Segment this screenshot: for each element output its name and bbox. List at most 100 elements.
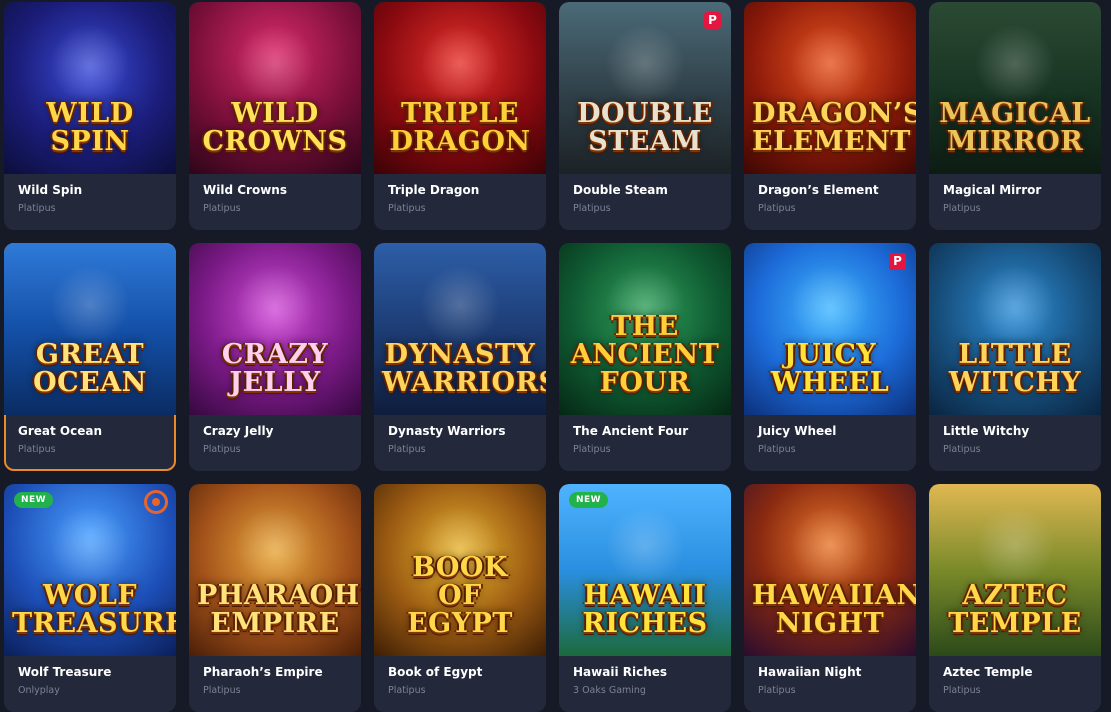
game-title[interactable]: Hawaii Riches	[573, 665, 667, 679]
game-logo: Hawaiian Night	[752, 580, 916, 639]
game-title[interactable]: Hawaiian Night	[758, 665, 861, 679]
game-provider: Platipus	[943, 685, 981, 696]
game-logo: Magical Mirror	[939, 98, 1091, 157]
game-title[interactable]: Dragon’s Element	[758, 183, 879, 197]
game-logo: Great Ocean	[33, 339, 147, 398]
game-title[interactable]: Wolf Treasure	[18, 665, 111, 679]
game-logo: Wolf Treasure	[12, 580, 176, 639]
game-provider: Platipus	[943, 444, 981, 455]
thumbnail-glow	[790, 506, 870, 586]
game-logo: Double Steam	[577, 98, 713, 157]
game-title[interactable]: Wild Spin	[18, 183, 82, 197]
game-title[interactable]: Great Ocean	[18, 424, 102, 438]
game-provider: Onlyplay	[18, 685, 60, 696]
game-title[interactable]: Little Witchy	[943, 424, 1029, 438]
thumbnail-glow	[605, 506, 685, 586]
game-card[interactable]: Crazy Jelly Crazy Jelly Platipus	[189, 243, 361, 471]
game-logo: Crazy Jelly	[221, 339, 329, 398]
game-thumbnail[interactable]: Aztec Temple	[929, 484, 1101, 656]
thumbnail-glow	[235, 265, 315, 345]
game-thumbnail[interactable]: Magical Mirror	[929, 2, 1101, 174]
game-thumbnail[interactable]: Wild Crowns	[189, 2, 361, 174]
thumbnail-glow	[50, 265, 130, 345]
game-card[interactable]: Double Steam P Double Steam Platipus	[559, 2, 731, 230]
game-card[interactable]: Aztec Temple Aztec Temple Platipus	[929, 484, 1101, 712]
game-thumbnail[interactable]: Double Steam P	[559, 2, 731, 174]
game-card[interactable]: Great Ocean Great Ocean Platipus	[4, 243, 176, 471]
game-title[interactable]: Pharaoh’s Empire	[203, 665, 323, 679]
game-card[interactable]: The Ancient Four The Ancient Four Platipus	[559, 243, 731, 471]
game-thumbnail[interactable]: Wild Spin	[4, 2, 176, 174]
game-thumbnail[interactable]: Triple Dragon	[374, 2, 546, 174]
game-thumbnail[interactable]: Dragon’s Element	[744, 2, 916, 174]
game-card[interactable]: Wild Spin Wild Spin Platipus	[4, 2, 176, 230]
game-logo: Hawaii Riches	[582, 580, 708, 639]
new-badge: NEW	[569, 492, 609, 508]
game-provider: Platipus	[758, 203, 796, 214]
game-card[interactable]: Triple Dragon Triple Dragon Platipus	[374, 2, 546, 230]
game-provider: Platipus	[388, 203, 426, 214]
game-title[interactable]: Magical Mirror	[943, 183, 1041, 197]
game-provider: Platipus	[388, 444, 426, 455]
game-card[interactable]: Little Witchy Little Witchy Platipus	[929, 243, 1101, 471]
game-card[interactable]: Dragon’s Element Dragon’s Element Platipus	[744, 2, 916, 230]
game-provider: Platipus	[203, 685, 241, 696]
game-thumbnail[interactable]: Dynasty Warriors	[374, 243, 546, 415]
game-title[interactable]: Aztec Temple	[943, 665, 1033, 679]
game-card[interactable]: Wild Crowns Wild Crowns Platipus	[189, 2, 361, 230]
game-logo: Aztec Temple	[948, 580, 1082, 639]
game-card[interactable]: Book of Egypt Book of Egypt Platipus	[374, 484, 546, 712]
game-title[interactable]: Dynasty Warriors	[388, 424, 505, 438]
game-provider: Platipus	[758, 685, 796, 696]
thumbnail-glow	[235, 24, 315, 104]
game-thumbnail[interactable]: Pharaoh’s Empire	[189, 484, 361, 656]
thumbnail-glow	[790, 24, 870, 104]
game-title[interactable]: Triple Dragon	[388, 183, 479, 197]
game-title[interactable]: Wild Crowns	[203, 183, 287, 197]
game-thumbnail[interactable]: Wolf Treasure NEW	[4, 484, 176, 656]
game-logo: Book of Egypt	[407, 552, 513, 639]
game-thumbnail[interactable]: The Ancient Four	[559, 243, 731, 415]
game-logo: Wild Crowns	[202, 98, 348, 157]
game-logo: Dragon’s Element	[752, 98, 916, 157]
game-card[interactable]: Juicy Wheel P Juicy Wheel Platipus	[744, 243, 916, 471]
game-card[interactable]: Dynasty Warriors Dynasty Warriors Platipus	[374, 243, 546, 471]
game-card[interactable]: Hawaii Riches NEW Hawaii Riches 3 Oaks Gami…	[559, 484, 731, 712]
game-title[interactable]: Double Steam	[573, 183, 668, 197]
game-provider: Platipus	[573, 444, 611, 455]
game-thumbnail[interactable]: Book of Egypt	[374, 484, 546, 656]
game-logo: Dynasty Warriors	[382, 339, 546, 398]
thumbnail-glow	[975, 24, 1055, 104]
game-provider: Platipus	[573, 203, 611, 214]
game-title[interactable]: Juicy Wheel	[758, 424, 836, 438]
game-thumbnail[interactable]: Little Witchy	[929, 243, 1101, 415]
game-card[interactable]: Hawaiian Night Hawaiian Night Platipus	[744, 484, 916, 712]
thumbnail-glow	[605, 24, 685, 104]
game-thumbnail[interactable]: Hawaii Riches NEW	[559, 484, 731, 656]
game-thumbnail[interactable]: Crazy Jelly	[189, 243, 361, 415]
game-card[interactable]: Wolf Treasure NEW Wolf Treasure Onlyplay	[4, 484, 176, 712]
game-logo: Little Witchy	[948, 339, 1082, 398]
game-logo: The Ancient Four	[570, 311, 720, 398]
game-title[interactable]: Crazy Jelly	[203, 424, 273, 438]
new-badge: NEW	[14, 492, 54, 508]
game-thumbnail[interactable]: Juicy Wheel P	[744, 243, 916, 415]
game-title[interactable]: The Ancient Four	[573, 424, 688, 438]
thumbnail-glow	[50, 506, 130, 586]
game-logo: Triple Dragon	[389, 98, 531, 157]
thumbnail-glow	[790, 265, 870, 345]
game-provider: Platipus	[18, 203, 56, 214]
game-thumbnail[interactable]: Great Ocean	[4, 243, 176, 415]
game-card[interactable]: Pharaoh’s Empire Pharaoh’s Empire Platipus	[189, 484, 361, 712]
game-thumbnail[interactable]: Hawaiian Night	[744, 484, 916, 656]
game-provider: 3 Oaks Gaming	[573, 685, 646, 696]
game-card[interactable]: Magical Mirror Magical Mirror Platipus	[929, 2, 1101, 230]
game-provider: Platipus	[758, 444, 796, 455]
thumbnail-glow	[50, 24, 130, 104]
thumbnail-glow	[975, 506, 1055, 586]
game-provider: Platipus	[18, 444, 56, 455]
game-title[interactable]: Book of Egypt	[388, 665, 482, 679]
game-grid: Wild Spin Wild Spin Platipus Wild Crowns Wil…	[4, 2, 1101, 712]
game-provider: Platipus	[388, 685, 426, 696]
provider-ring-icon	[144, 490, 168, 514]
